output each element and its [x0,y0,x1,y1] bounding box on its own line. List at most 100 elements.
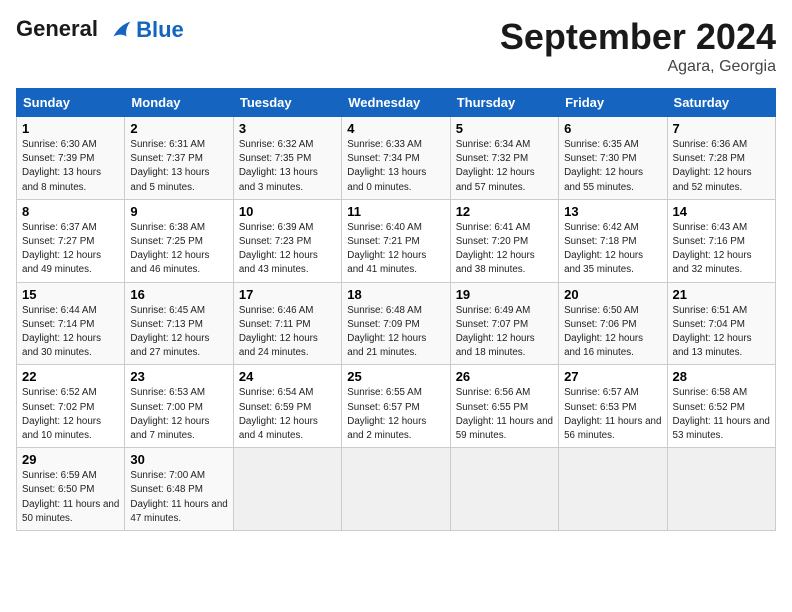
calendar-cell [450,448,558,531]
day-number: 9 [130,204,227,219]
day-info: Sunrise: 6:39 AMSunset: 7:23 PMDaylight:… [239,221,336,278]
calendar-cell: 5 Sunrise: 6:34 AMSunset: 7:32 PMDaylight… [450,117,558,200]
day-number: 19 [456,287,553,302]
calendar-cell: 29Sunrise: 6:59 AMSunset: 6:50 PMDayligh… [17,448,125,531]
day-info: Sunrise: 6:40 AMSunset: 7:21 PMDaylight:… [347,221,444,278]
day-number: 12 [456,204,553,219]
calendar-cell: 25 Sunrise: 6:55 AMSunset: 6:57 PMDayligh… [342,365,450,448]
day-number: 17 [239,287,336,302]
calendar-cell: 14 Sunrise: 6:43 AMSunset: 7:16 PMDayligh… [667,199,775,282]
day-number: 30 [130,452,227,467]
calendar-table: SundayMondayTuesdayWednesdayThursdayFrid… [16,88,776,531]
day-info: Sunrise: 6:44 AMSunset: 7:14 PMDaylight:… [22,304,119,361]
day-info: Sunrise: 6:53 AMSunset: 7:00 PMDaylight:… [130,386,227,443]
day-info: Sunrise: 6:43 AMSunset: 7:16 PMDaylight:… [673,221,770,278]
day-info: Sunrise: 6:56 AMSunset: 6:55 PMDaylight:… [456,386,553,443]
day-info: Sunrise: 6:36 AMSunset: 7:28 PMDaylight:… [673,138,770,195]
day-info: Sunrise: 7:00 AMSunset: 6:48 PMDaylight:… [130,469,227,526]
calendar-cell: 20Sunrise: 6:50 AMSunset: 7:06 PMDayligh… [559,282,667,365]
day-number: 11 [347,204,444,219]
calendar-cell: 18 Sunrise: 6:48 AMSunset: 7:09 PMDayligh… [342,282,450,365]
day-number: 18 [347,287,444,302]
logo-blue: Blue [136,17,184,43]
day-info: Sunrise: 6:50 AMSunset: 7:06 PMDaylight:… [564,304,661,361]
calendar-week-row: 15 Sunrise: 6:44 AMSunset: 7:14 PMDayligh… [17,282,776,365]
day-info: Sunrise: 6:57 AMSunset: 6:53 PMDaylight:… [564,386,661,443]
column-header-wednesday: Wednesday [342,89,450,117]
day-number: 26 [456,369,553,384]
day-info: Sunrise: 6:41 AMSunset: 7:20 PMDaylight:… [456,221,553,278]
calendar-header-row: SundayMondayTuesdayWednesdayThursdayFrid… [17,89,776,117]
calendar-cell: 10 Sunrise: 6:39 AMSunset: 7:23 PMDayligh… [233,199,341,282]
day-number: 4 [347,121,444,136]
calendar-week-row: 8Sunrise: 6:37 AMSunset: 7:27 PMDaylight… [17,199,776,282]
day-number: 22 [22,369,119,384]
day-number: 3 [239,121,336,136]
day-info: Sunrise: 6:48 AMSunset: 7:09 PMDaylight:… [347,304,444,361]
day-info: Sunrise: 6:55 AMSunset: 6:57 PMDaylight:… [347,386,444,443]
column-header-friday: Friday [559,89,667,117]
day-info: Sunrise: 6:42 AMSunset: 7:18 PMDaylight:… [564,221,661,278]
calendar-cell: 15 Sunrise: 6:44 AMSunset: 7:14 PMDayligh… [17,282,125,365]
calendar-cell [342,448,450,531]
calendar-cell: 2Sunrise: 6:31 AMSunset: 7:37 PMDaylight… [125,117,233,200]
calendar-cell: 21Sunrise: 6:51 AMSunset: 7:04 PMDayligh… [667,282,775,365]
day-number: 13 [564,204,661,219]
calendar-week-row: 22 Sunrise: 6:52 AMSunset: 7:02 PMDayligh… [17,365,776,448]
calendar-body: 1Sunrise: 6:30 AMSunset: 7:39 PMDaylight… [17,117,776,531]
calendar-cell [667,448,775,531]
calendar-cell [559,448,667,531]
day-info: Sunrise: 6:33 AMSunset: 7:34 PMDaylight:… [347,138,444,195]
day-number: 6 [564,121,661,136]
day-info: Sunrise: 6:34 AMSunset: 7:32 PMDaylight:… [456,138,553,195]
column-header-thursday: Thursday [450,89,558,117]
calendar-week-row: 29Sunrise: 6:59 AMSunset: 6:50 PMDayligh… [17,448,776,531]
day-info: Sunrise: 6:49 AMSunset: 7:07 PMDaylight:… [456,304,553,361]
calendar-cell: 24 Sunrise: 6:54 AMSunset: 6:59 PMDayligh… [233,365,341,448]
day-info: Sunrise: 6:59 AMSunset: 6:50 PMDaylight:… [22,469,119,526]
day-info: Sunrise: 6:54 AMSunset: 6:59 PMDaylight:… [239,386,336,443]
day-number: 10 [239,204,336,219]
calendar-cell: 7 Sunrise: 6:36 AMSunset: 7:28 PMDaylight… [667,117,775,200]
day-number: 15 [22,287,119,302]
calendar-cell: 4 Sunrise: 6:33 AMSunset: 7:34 PMDaylight… [342,117,450,200]
logo-bird-icon [106,16,134,44]
day-number: 14 [673,204,770,219]
day-info: Sunrise: 6:45 AMSunset: 7:13 PMDaylight:… [130,304,227,361]
column-header-sunday: Sunday [17,89,125,117]
calendar-cell [233,448,341,531]
column-header-saturday: Saturday [667,89,775,117]
day-number: 25 [347,369,444,384]
column-header-tuesday: Tuesday [233,89,341,117]
day-info: Sunrise: 6:37 AMSunset: 7:27 PMDaylight:… [22,221,119,278]
day-info: Sunrise: 6:52 AMSunset: 7:02 PMDaylight:… [22,386,119,443]
calendar-cell: 27Sunrise: 6:57 AMSunset: 6:53 PMDayligh… [559,365,667,448]
day-number: 21 [673,287,770,302]
column-header-monday: Monday [125,89,233,117]
calendar-cell: 17 Sunrise: 6:46 AMSunset: 7:11 PMDayligh… [233,282,341,365]
page-header: General Blue September 2024 Agara, Georg… [16,16,776,76]
day-number: 7 [673,121,770,136]
title-block: September 2024 Agara, Georgia [500,16,776,76]
calendar-cell: 11 Sunrise: 6:40 AMSunset: 7:21 PMDayligh… [342,199,450,282]
day-info: Sunrise: 6:58 AMSunset: 6:52 PMDaylight:… [673,386,770,443]
day-number: 24 [239,369,336,384]
calendar-cell: 13 Sunrise: 6:42 AMSunset: 7:18 PMDayligh… [559,199,667,282]
calendar-cell: 26 Sunrise: 6:56 AMSunset: 6:55 PMDayligh… [450,365,558,448]
day-info: Sunrise: 6:46 AMSunset: 7:11 PMDaylight:… [239,304,336,361]
calendar-cell: 3 Sunrise: 6:32 AMSunset: 7:35 PMDaylight… [233,117,341,200]
logo-general: General [16,16,98,41]
day-number: 5 [456,121,553,136]
calendar-week-row: 1Sunrise: 6:30 AMSunset: 7:39 PMDaylight… [17,117,776,200]
day-info: Sunrise: 6:35 AMSunset: 7:30 PMDaylight:… [564,138,661,195]
location-title: Agara, Georgia [500,58,776,76]
day-info: Sunrise: 6:32 AMSunset: 7:35 PMDaylight:… [239,138,336,195]
calendar-cell: 28Sunrise: 6:58 AMSunset: 6:52 PMDayligh… [667,365,775,448]
calendar-cell: 12 Sunrise: 6:41 AMSunset: 7:20 PMDayligh… [450,199,558,282]
day-number: 1 [22,121,119,136]
calendar-cell: 19 Sunrise: 6:49 AMSunset: 7:07 PMDayligh… [450,282,558,365]
calendar-cell: 22 Sunrise: 6:52 AMSunset: 7:02 PMDayligh… [17,365,125,448]
calendar-cell: 23Sunrise: 6:53 AMSunset: 7:00 PMDayligh… [125,365,233,448]
calendar-cell: 6 Sunrise: 6:35 AMSunset: 7:30 PMDaylight… [559,117,667,200]
calendar-cell: 16Sunrise: 6:45 AMSunset: 7:13 PMDayligh… [125,282,233,365]
